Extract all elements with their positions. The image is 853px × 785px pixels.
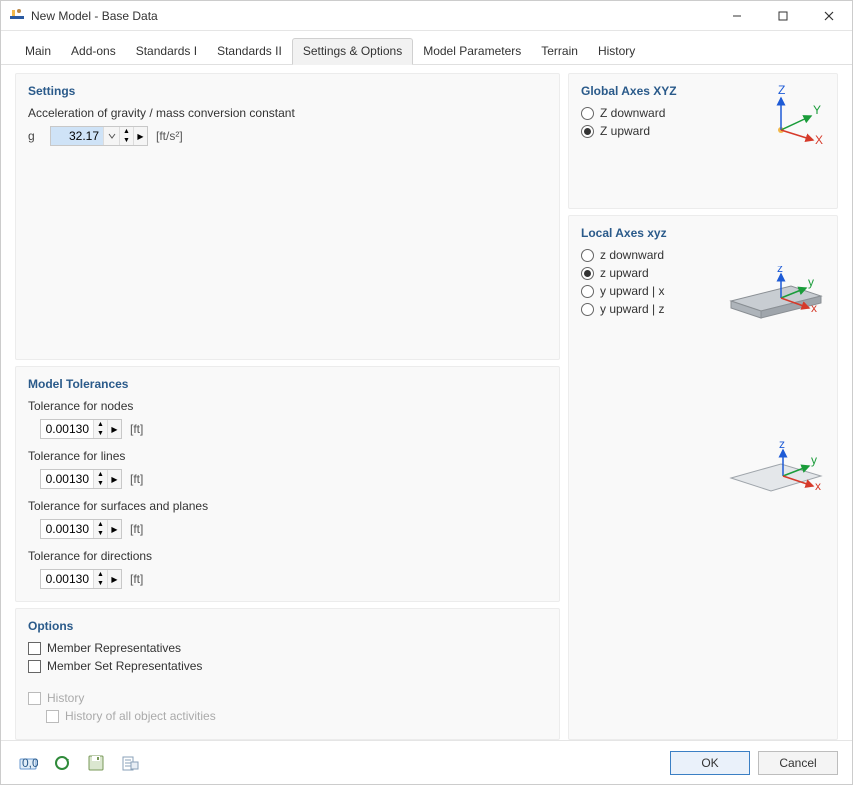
tab-main[interactable]: Main xyxy=(15,39,61,64)
tol-lines-input[interactable] xyxy=(41,470,93,488)
radio-icon[interactable] xyxy=(581,303,594,316)
svg-text:Z: Z xyxy=(778,83,785,97)
options-title: Options xyxy=(28,619,547,633)
tol-surfaces-unit: [ft] xyxy=(130,522,143,536)
tol-directions-unit: [ft] xyxy=(130,572,143,586)
tol-directions-spinner[interactable]: ▲▼ ▶ xyxy=(40,569,122,589)
check-history-label: History xyxy=(47,691,84,705)
svg-text:x: x xyxy=(811,301,817,315)
check-history: History xyxy=(28,691,547,705)
tol-lines-spinner[interactable]: ▲▼ ▶ xyxy=(40,469,122,489)
global-axes-panel: Global Axes XYZ Z downward Z upward xyxy=(568,73,838,209)
tol-nodes-input[interactable] xyxy=(41,420,93,438)
global-axes-icon: Z Y X xyxy=(761,82,831,152)
svg-text:z: z xyxy=(777,266,783,275)
footer-list-icon[interactable] xyxy=(117,750,143,776)
tol-nodes-unit: [ft] xyxy=(130,422,143,436)
gravity-input[interactable] xyxy=(51,127,103,145)
radio-label: y upward | z xyxy=(600,302,664,316)
tab-standards1[interactable]: Standards I xyxy=(126,39,207,64)
checkbox-icon[interactable] xyxy=(28,660,41,673)
local-axes-panel: Local Axes xyz z downward z upward y upw… xyxy=(568,215,838,740)
svg-text:y: y xyxy=(811,453,817,467)
gravity-symbol: g xyxy=(28,129,46,143)
tol-directions-label: Tolerance for directions xyxy=(28,549,547,563)
tol-lines-label: Tolerance for lines xyxy=(28,449,547,463)
spin-up-icon[interactable]: ▲ xyxy=(120,127,133,136)
window-title: New Model - Base Data xyxy=(31,9,158,23)
gravity-spinner[interactable]: ▲▼ ▶ xyxy=(50,126,148,146)
tol-nodes-spinner[interactable]: ▲▼ ▶ xyxy=(40,419,122,439)
svg-text:x: x xyxy=(815,479,821,493)
tol-surfaces-spinner[interactable]: ▲▼ ▶ xyxy=(40,519,122,539)
gravity-dropdown[interactable] xyxy=(103,127,119,145)
titlebar: New Model - Base Data xyxy=(1,1,852,31)
cancel-button[interactable]: Cancel xyxy=(758,751,838,775)
tolerances-title: Model Tolerances xyxy=(28,377,547,391)
footer-refresh-icon[interactable] xyxy=(49,750,75,776)
svg-text:X: X xyxy=(815,133,823,147)
check-history-sub: History of all object activities xyxy=(46,709,547,723)
check-member-reps[interactable]: Member Representatives xyxy=(28,641,547,655)
app-icon xyxy=(9,6,25,25)
radio-icon[interactable] xyxy=(581,107,594,120)
radio-icon[interactable] xyxy=(581,267,594,280)
checkbox-icon xyxy=(28,692,41,705)
radio-label: Z downward xyxy=(600,106,665,120)
checkbox-icon xyxy=(46,710,59,723)
options-panel: Options Member Representatives Member Se… xyxy=(15,608,560,740)
radio-label: z upward xyxy=(600,266,649,280)
tol-directions-input[interactable] xyxy=(41,570,93,588)
settings-panel: Settings Acceleration of gravity / mass … xyxy=(15,73,560,360)
tol-surfaces-input[interactable] xyxy=(41,520,93,538)
spin-play-icon[interactable]: ▶ xyxy=(133,127,147,145)
radio-icon[interactable] xyxy=(581,285,594,298)
radio-label: y upward | x xyxy=(600,284,664,298)
maximize-button[interactable] xyxy=(760,1,806,31)
tolerances-panel: Model Tolerances Tolerance for nodes ▲▼ … xyxy=(15,366,560,602)
tol-lines-unit: [ft] xyxy=(130,472,143,486)
check-memberset-reps[interactable]: Member Set Representatives xyxy=(28,659,547,673)
radio-icon[interactable] xyxy=(581,249,594,262)
checkbox-icon[interactable] xyxy=(28,642,41,655)
tab-settings-options[interactable]: Settings & Options xyxy=(292,38,413,65)
plane-axes-icon: z y x xyxy=(721,436,831,506)
tab-history[interactable]: History xyxy=(588,39,645,64)
tab-standards2[interactable]: Standards II xyxy=(207,39,292,64)
beam-axes-icon: z y x xyxy=(721,266,831,336)
svg-text:0,00: 0,00 xyxy=(22,756,38,770)
dialog-window: New Model - Base Data Main Add-ons Stand… xyxy=(0,0,853,785)
settings-title: Settings xyxy=(28,84,547,98)
minimize-button[interactable] xyxy=(714,1,760,31)
tol-nodes-label: Tolerance for nodes xyxy=(28,399,547,413)
tab-model-parameters[interactable]: Model Parameters xyxy=(413,39,531,64)
close-button[interactable] xyxy=(806,1,852,31)
dialog-footer: 0,00 OK Cancel xyxy=(1,740,852,784)
tab-addons[interactable]: Add-ons xyxy=(61,39,126,64)
ok-button[interactable]: OK xyxy=(670,751,750,775)
gravity-label: Acceleration of gravity / mass conversio… xyxy=(28,106,547,120)
check-member-reps-label: Member Representatives xyxy=(47,641,181,655)
tab-terrain[interactable]: Terrain xyxy=(531,39,588,64)
svg-text:y: y xyxy=(808,275,814,289)
tol-surfaces-label: Tolerance for surfaces and planes xyxy=(28,499,547,513)
radio-icon[interactable] xyxy=(581,125,594,138)
footer-units-icon[interactable]: 0,00 xyxy=(15,750,41,776)
footer-save-icon[interactable] xyxy=(83,750,109,776)
svg-text:z: z xyxy=(779,437,785,451)
check-history-sub-label: History of all object activities xyxy=(65,709,216,723)
check-memberset-reps-label: Member Set Representatives xyxy=(47,659,202,673)
tab-bar: Main Add-ons Standards I Standards II Se… xyxy=(1,37,852,65)
gravity-unit: [ft/s²] xyxy=(156,129,183,143)
radio-label: z downward xyxy=(600,248,664,262)
radio-label: Z upward xyxy=(600,124,650,138)
radio-local-z-down[interactable]: z downward xyxy=(581,248,825,262)
local-axes-title: Local Axes xyz xyxy=(581,226,825,240)
svg-text:Y: Y xyxy=(813,103,821,117)
spin-down-icon[interactable]: ▼ xyxy=(120,136,133,145)
